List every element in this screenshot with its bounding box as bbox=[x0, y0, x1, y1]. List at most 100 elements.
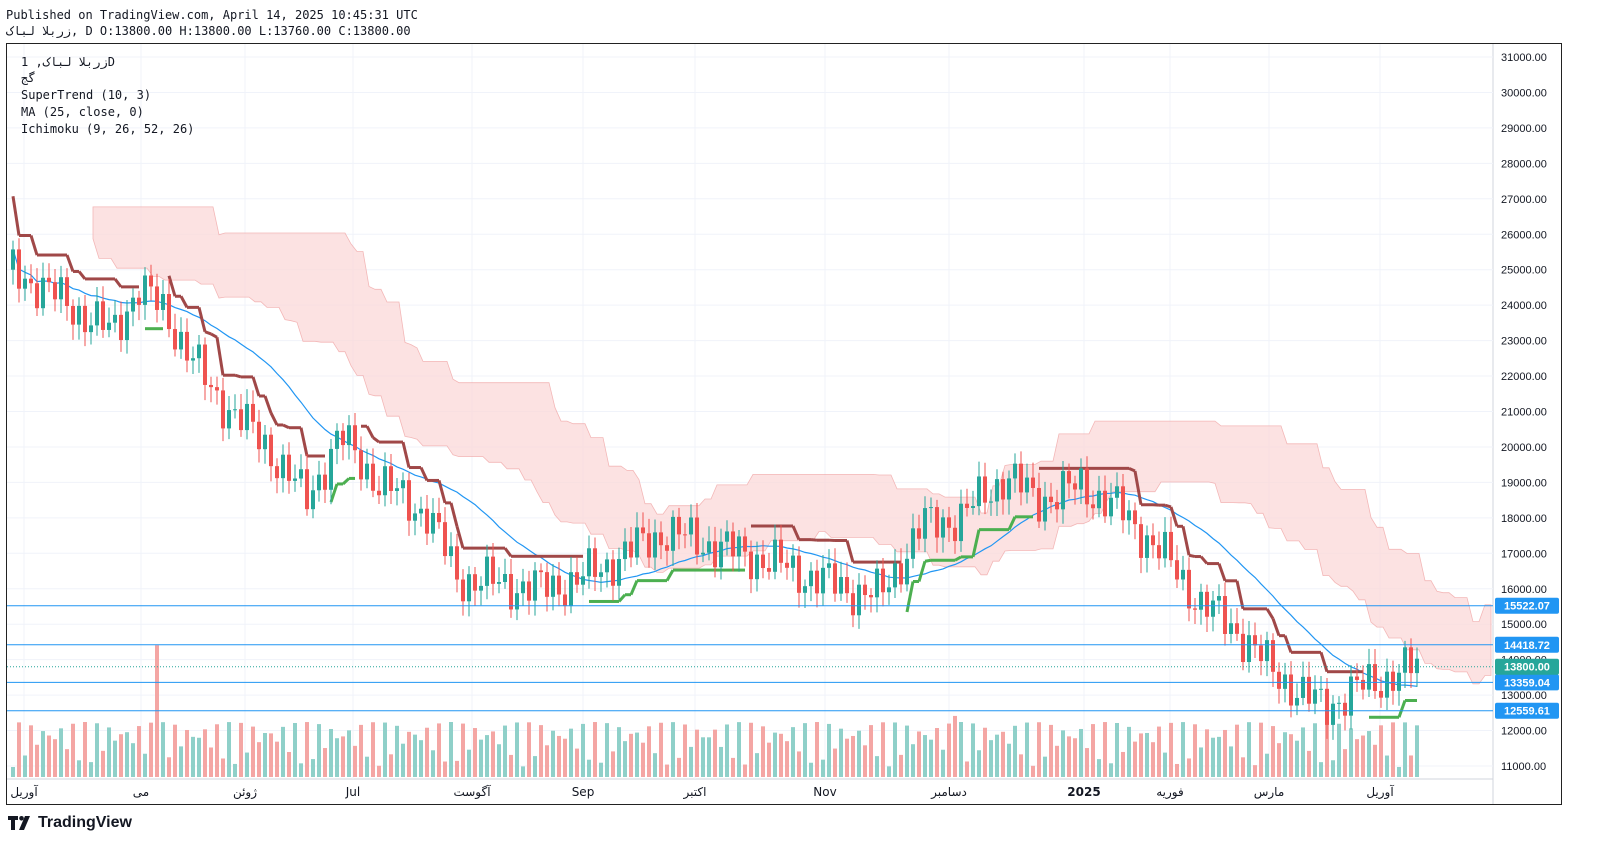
candle-body bbox=[1007, 478, 1011, 500]
volume-bar bbox=[185, 729, 189, 777]
candle-body bbox=[551, 575, 555, 597]
candle-body bbox=[755, 554, 759, 580]
volume-bar bbox=[263, 732, 267, 777]
volume-bar bbox=[59, 728, 63, 777]
candle-body bbox=[641, 527, 645, 534]
volume-bar bbox=[209, 747, 213, 777]
volume-bar bbox=[281, 726, 285, 777]
volume-bar bbox=[245, 752, 249, 777]
volume-bar bbox=[1049, 724, 1053, 777]
volume-bar bbox=[725, 724, 729, 777]
volume-bar bbox=[1013, 725, 1017, 777]
candle-body bbox=[533, 570, 537, 601]
candle-body bbox=[215, 387, 219, 391]
volume-bar bbox=[341, 736, 345, 777]
volume-bar bbox=[107, 727, 111, 777]
volume-bar bbox=[551, 730, 555, 777]
volume-bar bbox=[929, 739, 933, 777]
candle-body bbox=[719, 541, 723, 568]
volume-bar bbox=[269, 733, 273, 777]
volume-bar bbox=[1361, 735, 1365, 777]
candle-body bbox=[809, 570, 813, 587]
candle-body bbox=[1121, 486, 1125, 521]
volume-bar bbox=[1409, 755, 1413, 777]
candle-body bbox=[527, 581, 531, 601]
candle-body bbox=[59, 277, 63, 300]
candle-body bbox=[509, 574, 513, 610]
volume-bar bbox=[203, 729, 207, 777]
volume-bar bbox=[1001, 731, 1005, 777]
volume-bar bbox=[311, 759, 315, 777]
candle-body bbox=[701, 552, 705, 555]
supertrend-segment bbox=[215, 337, 225, 376]
candle-body bbox=[65, 277, 69, 306]
supertrend-segment bbox=[251, 376, 261, 397]
volume-bar bbox=[1241, 757, 1245, 777]
candle-body bbox=[803, 586, 807, 593]
volume-bar bbox=[1205, 729, 1209, 777]
volume-bar bbox=[743, 764, 747, 777]
price-chart[interactable]: 31000.00 30000.00 29000.00 28000.00 27000.00… bbox=[7, 44, 1561, 804]
candle-body bbox=[71, 305, 75, 325]
volume-bar bbox=[1139, 733, 1143, 777]
volume-bar bbox=[299, 763, 303, 777]
candle-body bbox=[161, 294, 165, 310]
volume-bar bbox=[125, 732, 129, 777]
volume-bar bbox=[1259, 722, 1263, 777]
volume-bar bbox=[143, 753, 147, 777]
candle-body bbox=[467, 574, 471, 602]
candle-body bbox=[377, 490, 381, 496]
y-tick-label: 18000.00 bbox=[1501, 513, 1547, 525]
supertrend-segment bbox=[665, 569, 675, 582]
volume-bar bbox=[83, 722, 87, 777]
volume-bar bbox=[329, 728, 333, 777]
volume-bar bbox=[485, 735, 489, 777]
level-price-label: 13359.04 bbox=[1504, 677, 1551, 689]
candle-body bbox=[929, 507, 933, 509]
volume-bar bbox=[983, 727, 987, 777]
candle-body bbox=[167, 294, 171, 330]
volume-bar bbox=[1397, 766, 1401, 777]
y-tick-label: 16000.00 bbox=[1501, 584, 1547, 596]
legend-ichimoku[interactable]: Ichimoku (9, 26, 52, 26) bbox=[21, 121, 194, 137]
supertrend-segment bbox=[204, 330, 212, 336]
volume-bar bbox=[1247, 722, 1251, 777]
volume-bar bbox=[305, 722, 309, 777]
candle-body bbox=[989, 501, 993, 503]
volume-bar bbox=[761, 726, 765, 777]
volume-bar bbox=[1217, 736, 1221, 777]
candle-body bbox=[1277, 671, 1281, 689]
candle-body bbox=[1325, 688, 1329, 725]
volume-bar bbox=[1181, 722, 1185, 777]
tradingview-logo[interactable]: TradingView bbox=[8, 814, 132, 832]
volume-bar bbox=[251, 726, 255, 777]
volume-bar bbox=[197, 737, 201, 777]
legend-supertrend[interactable]: SuperTrend (10, 3) bbox=[21, 87, 151, 103]
volume-bar bbox=[803, 723, 807, 777]
volume-bar bbox=[605, 723, 609, 777]
candle-body bbox=[1415, 658, 1419, 674]
legend-ma[interactable]: MA (25, close, 0) bbox=[21, 104, 144, 120]
candle-body bbox=[1085, 468, 1089, 505]
candle-body bbox=[593, 548, 597, 577]
candle-body bbox=[1013, 463, 1017, 479]
level-price-label: 12559.61 bbox=[1504, 706, 1550, 718]
volume-bar bbox=[1175, 763, 1179, 777]
candle-body bbox=[995, 479, 999, 502]
volume-bar bbox=[1319, 762, 1323, 777]
volume-bar bbox=[47, 735, 51, 777]
volume-bar bbox=[1157, 726, 1161, 777]
y-tick-label: 21000.00 bbox=[1501, 407, 1547, 419]
volume-bar bbox=[515, 722, 519, 777]
volume-bar bbox=[545, 745, 549, 777]
volume-bar bbox=[641, 742, 645, 777]
candle-body bbox=[791, 555, 795, 568]
candle-body bbox=[227, 410, 231, 429]
candle-body bbox=[1031, 477, 1035, 488]
supertrend-segment bbox=[503, 547, 513, 558]
y-tick-label: 26000.00 bbox=[1501, 229, 1547, 241]
volume-bar bbox=[1223, 729, 1227, 777]
x-tick-label: Jul bbox=[345, 785, 360, 799]
candle-body bbox=[899, 563, 903, 585]
volume-bar bbox=[959, 722, 963, 777]
